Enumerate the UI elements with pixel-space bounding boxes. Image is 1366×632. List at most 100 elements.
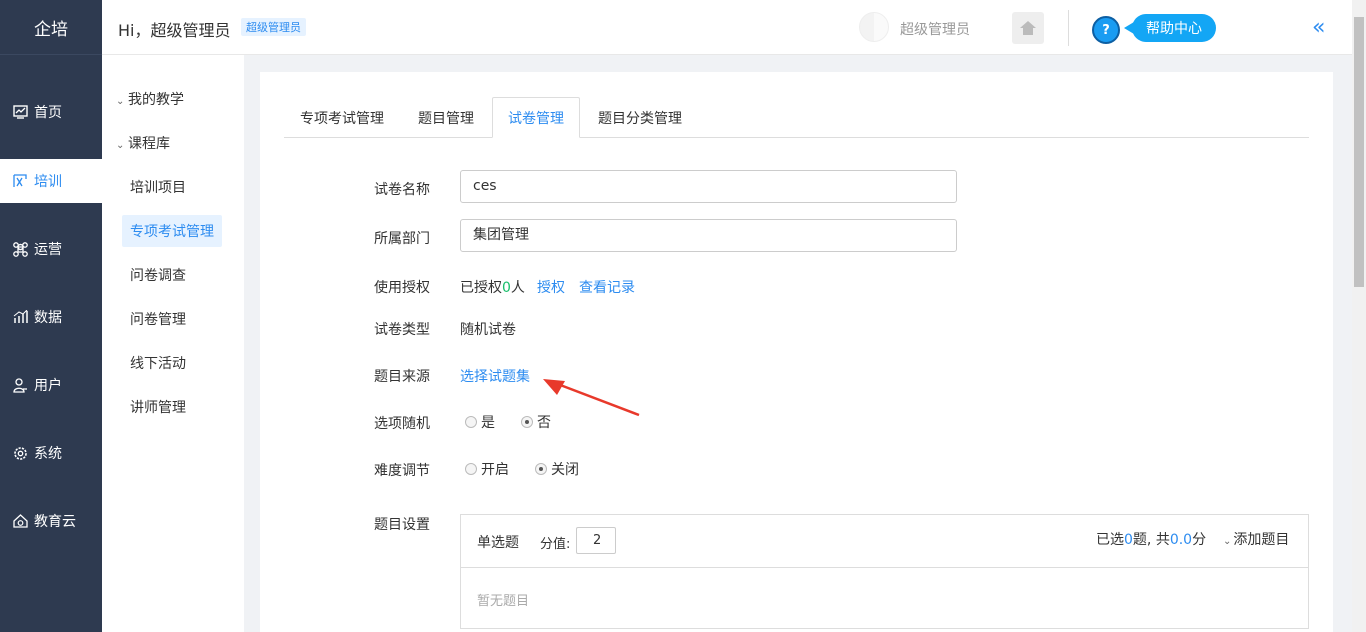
scrollbar-thumb[interactable] [1354,17,1364,287]
select-question-set-link[interactable]: 选择试题集 [460,366,530,386]
auth-suffix: 人 [510,280,525,296]
nav-label: 数据 [34,310,62,326]
chevron-down-icon: ⌄ [116,96,125,107]
radio-circle [465,416,477,428]
difficulty-on-radio[interactable]: 开启 [465,459,509,479]
help-center-label: 帮助中心 [1146,21,1202,37]
greeting: Hi，超级管理员 [118,21,231,40]
header-divider [1068,10,1069,46]
sidebar-item-survey[interactable]: 问卷调查 [130,265,186,285]
view-record-link[interactable]: 查看记录 [579,277,635,297]
user-icon [12,377,28,393]
nav-item-training[interactable]: 培训 [0,159,102,203]
radio-label: 关闭 [551,462,579,478]
home-button[interactable] [1012,12,1044,44]
auth-status: 已授权0人 [460,277,525,297]
sidebar-item-special-exam[interactable]: 专项考试管理 [122,215,222,247]
sidebar-item-survey-manage[interactable]: 问卷管理 [130,309,186,329]
summary-suffix: 分 [1192,532,1207,548]
gear-icon [12,445,28,461]
nav-label: 首页 [34,105,62,121]
department-label: 所属部门 [374,231,430,247]
auth-label: 使用授权 [374,280,430,296]
radio-circle [465,463,477,475]
radio-label: 是 [481,415,495,431]
summary-prefix: 已选 [1096,532,1124,548]
department-select[interactable]: 集团管理 [460,219,957,252]
nav-item-data[interactable]: 数据 [0,295,102,339]
chart-icon [12,309,28,325]
sidebar-item-offline-activity[interactable]: 线下活动 [130,353,186,373]
sidebar-group-my-teaching[interactable]: ⌄ 我的教学 [116,89,184,109]
auth-count: 0 [502,280,511,296]
page-scrollbar[interactable] [1352,0,1366,632]
app-logo: 企培 [0,0,102,55]
sidebar-item-training-project[interactable]: 培训项目 [130,177,186,197]
difficulty-off-radio[interactable]: 关闭 [535,459,579,479]
sub-sidebar: ⌄ 我的教学 ⌄ 课程库 培训项目 专项考试管理 问卷调查 问卷管理 线下活动 讲师… [102,55,244,632]
score-label: 分值: [540,537,571,552]
command-icon [12,241,28,257]
help-center-button[interactable]: 帮助中心 [1124,14,1216,42]
home-icon [1020,21,1036,35]
add-question-button[interactable]: ⌄ 添加题目 [1223,529,1289,549]
tab-special-exam[interactable]: 专项考试管理 [284,97,400,138]
collapse-menu-icon[interactable]: « [1312,15,1326,40]
tab-question-manage[interactable]: 题目管理 [400,97,492,138]
annotation-arrow-icon [543,379,640,417]
paper-name-input[interactable]: ces [460,170,957,203]
paper-type-value: 随机试卷 [460,322,516,338]
nav-item-operations[interactable]: 运营 [0,227,102,271]
role-badge: 超级管理员 [241,18,306,36]
tab-paper-manage[interactable]: 试卷管理 [492,97,580,138]
question-settings-label: 题目设置 [374,517,430,533]
option-random-label: 选项随机 [374,416,430,432]
nav-label: 用户 [34,378,62,394]
user-name[interactable]: 超级管理员 [900,19,970,39]
total-score: 0.0 [1169,532,1193,548]
help-question-icon[interactable]: ? [1092,16,1120,44]
training-icon [12,173,28,189]
nav-label: 系统 [34,446,62,462]
tab-category-manage[interactable]: 题目分类管理 [580,97,700,138]
nav-item-edu-cloud[interactable]: 教育云 [0,499,102,543]
nav-item-users[interactable]: 用户 [0,363,102,407]
nav-label: 教育云 [34,514,76,530]
add-question-label: 添加题目 [1233,532,1290,548]
tab-bar: 专项考试管理 题目管理 试卷管理 题目分类管理 [284,97,1309,138]
empty-questions-text: 暂无题目 [477,594,530,609]
top-header: Hi，超级管理员 超级管理员 超级管理员 ? 帮助中心 « [102,0,1352,55]
sidebar-item-lecturer[interactable]: 讲师管理 [130,397,186,417]
auth-prefix: 已授权 [460,280,502,296]
summary-mid: 题, 共 [1132,532,1170,548]
option-random-yes-radio[interactable]: 是 [465,412,495,432]
nav-label: 培训 [34,174,62,190]
score-input[interactable]: 2 [576,527,616,554]
dashboard-icon [12,104,28,120]
main-card: 专项考试管理 题目管理 试卷管理 题目分类管理 试卷名称 ces 所属部门 集团… [260,72,1333,632]
nav-label: 运营 [34,242,62,258]
radio-label: 开启 [481,462,509,478]
nav-item-system[interactable]: 系统 [0,431,102,475]
cloud-icon [12,513,28,529]
difficulty-label: 难度调节 [374,463,430,479]
sidebar-group-course-library[interactable]: ⌄ 课程库 [116,133,170,153]
question-settings-box: 单选题 分值: 2 已选0题, 共0.0分 ⌄ 添加题目 暂无题目 [460,514,1309,629]
paper-type-label: 试卷类型 [374,322,430,338]
avatar[interactable] [859,12,889,42]
question-type-header: 单选题 分值: 2 已选0题, 共0.0分 ⌄ 添加题目 [461,515,1308,568]
question-source-label: 题目来源 [374,369,430,385]
paper-name-label: 试卷名称 [374,182,430,198]
chevron-down-icon: ⌄ [1223,536,1232,547]
sidebar-group-label: 课程库 [128,136,170,152]
authorize-link[interactable]: 授权 [537,277,565,297]
main-nav: 企培 首页 培训 运营 数据 用户 系统 教育云 [0,0,102,632]
radio-circle [535,463,547,475]
sidebar-group-label: 我的教学 [128,92,184,108]
selected-summary: 已选0题, 共0.0分 [1096,529,1206,549]
question-type-label: 单选题 [477,535,519,551]
nav-item-home[interactable]: 首页 [0,90,102,134]
selected-count: 0 [1124,532,1133,548]
chevron-down-icon: ⌄ [116,140,125,151]
radio-circle [521,416,533,428]
